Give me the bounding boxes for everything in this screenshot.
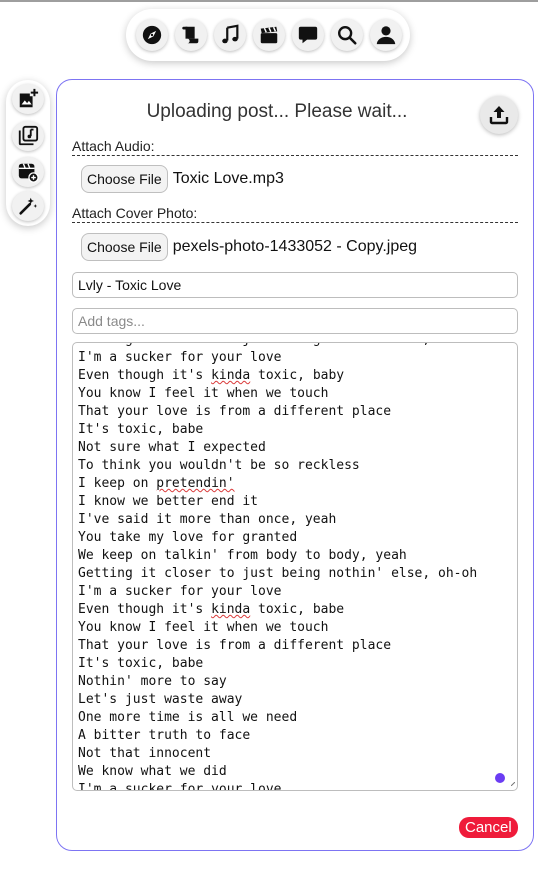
lyrics-line: That your love is from a different place (78, 404, 392, 419)
lyrics-line: You know I feel it when we touch (78, 386, 329, 401)
lyrics-line: I've said it more than once, yeah (78, 512, 337, 527)
lyrics-line: We keep on talkin' from body to body, ye… (78, 548, 407, 563)
nav-explore-button[interactable] (136, 19, 168, 51)
video-library-add-icon (18, 163, 39, 183)
nav-profile-button[interactable] (370, 19, 402, 51)
music-library-icon (18, 125, 39, 146)
user-icon (376, 26, 396, 45)
lyrics-line: A bitter truth to face (78, 728, 251, 743)
lyrics-textarea[interactable]: Getting it closer to just being nothin' … (72, 342, 518, 791)
lyrics-line: Getting it closer to just being nothin' … (78, 566, 478, 581)
cover-file-picker: Choose File pexels-photo-1433052 - Copy.… (81, 233, 417, 261)
upload-status-text: Uploading post... Please wait... (146, 101, 408, 122)
add-photo-icon (19, 88, 39, 108)
attach-audio-label: Attach Audio: (72, 138, 518, 156)
lyrics-line: Nothin' more to say (78, 674, 227, 689)
lyrics-line: Not sure what I expected (78, 440, 266, 455)
lyrics-line: I know we better end it (78, 494, 259, 509)
lyrics-line: I'm a sucker for your love (78, 584, 282, 599)
lyrics-line: One more time is all we need (78, 710, 298, 725)
lyrics-line: I'm a sucker for your love (78, 782, 282, 791)
lyrics-line: I'm a sucker for your love (78, 350, 282, 365)
tags-input[interactable]: Add tags... (72, 308, 518, 334)
lyrics-line: To think you wouldn't be so reckless (78, 458, 360, 473)
audio-file-picker: Choose File Toxic Love.mp3 (81, 165, 284, 193)
magic-wand-icon (19, 197, 38, 215)
choose-cover-button[interactable]: Choose File (81, 233, 168, 261)
compass-icon (142, 25, 162, 45)
lyrics-line: Getting it closer to just being nothin' … (78, 343, 477, 349)
lyrics-line: Even though it's kinda toxic, baby (78, 368, 345, 383)
top-nav-bar (126, 9, 410, 61)
upload-post-card: Uploading post... Please wait... Attach … (56, 79, 534, 851)
attach-cover-label: Attach Cover Photo: (72, 205, 518, 223)
misspelled-word[interactable]: pretendin' (156, 476, 234, 491)
upload-button[interactable] (480, 96, 518, 134)
lyrics-line: You take my love for granted (78, 530, 298, 545)
lyrics-line: It's toxic, babe (78, 656, 204, 671)
nav-music-button[interactable] (214, 19, 246, 51)
nav-search-button[interactable] (331, 19, 363, 51)
choose-audio-button[interactable]: Choose File (81, 165, 168, 193)
search-icon (338, 26, 357, 45)
tool-palette (6, 80, 50, 226)
nav-videos-button[interactable] (253, 19, 285, 51)
top-divider (0, 0, 538, 2)
music-note-icon (222, 24, 239, 44)
lyrics-text: Getting it closer to just being nothin' … (78, 343, 478, 791)
music-library-button[interactable] (12, 121, 44, 151)
lyrics-line: Let's just waste away (78, 692, 243, 707)
clapperboard-icon (260, 26, 278, 44)
lyrics-line: Even though it's kinda toxic, babe (78, 602, 345, 617)
lyrics-line: Not that innocent (78, 746, 212, 761)
resize-grip-icon[interactable] (511, 782, 515, 786)
lyrics-line: That your love is from a different place (78, 638, 392, 653)
lyrics-line: We know what we did (78, 764, 227, 779)
lyrics-line: I keep on pretendin' (78, 476, 235, 491)
nav-feed-button[interactable] (175, 19, 207, 51)
scroll-icon (182, 26, 199, 44)
speech-bubble-icon (298, 26, 318, 44)
status-dot (495, 773, 505, 783)
misspelled-word[interactable]: kinda (211, 602, 250, 617)
magic-button[interactable] (12, 191, 44, 221)
nav-messages-button[interactable] (292, 19, 324, 51)
add-image-button[interactable] (12, 84, 44, 114)
lyrics-line: You know I feel it when we touch (78, 620, 329, 635)
cancel-button[interactable]: Cancel (459, 817, 518, 838)
title-input[interactable]: Lvly - Toxic Love (72, 272, 518, 298)
add-video-button[interactable] (12, 157, 44, 187)
lyrics-line: It's toxic, babe (78, 422, 204, 437)
misspelled-word[interactable]: kinda (211, 368, 250, 383)
cover-file-name: pexels-photo-1433052 - Copy.jpeg (172, 238, 418, 255)
upload-icon (489, 106, 509, 125)
audio-file-name: Toxic Love.mp3 (172, 170, 284, 187)
